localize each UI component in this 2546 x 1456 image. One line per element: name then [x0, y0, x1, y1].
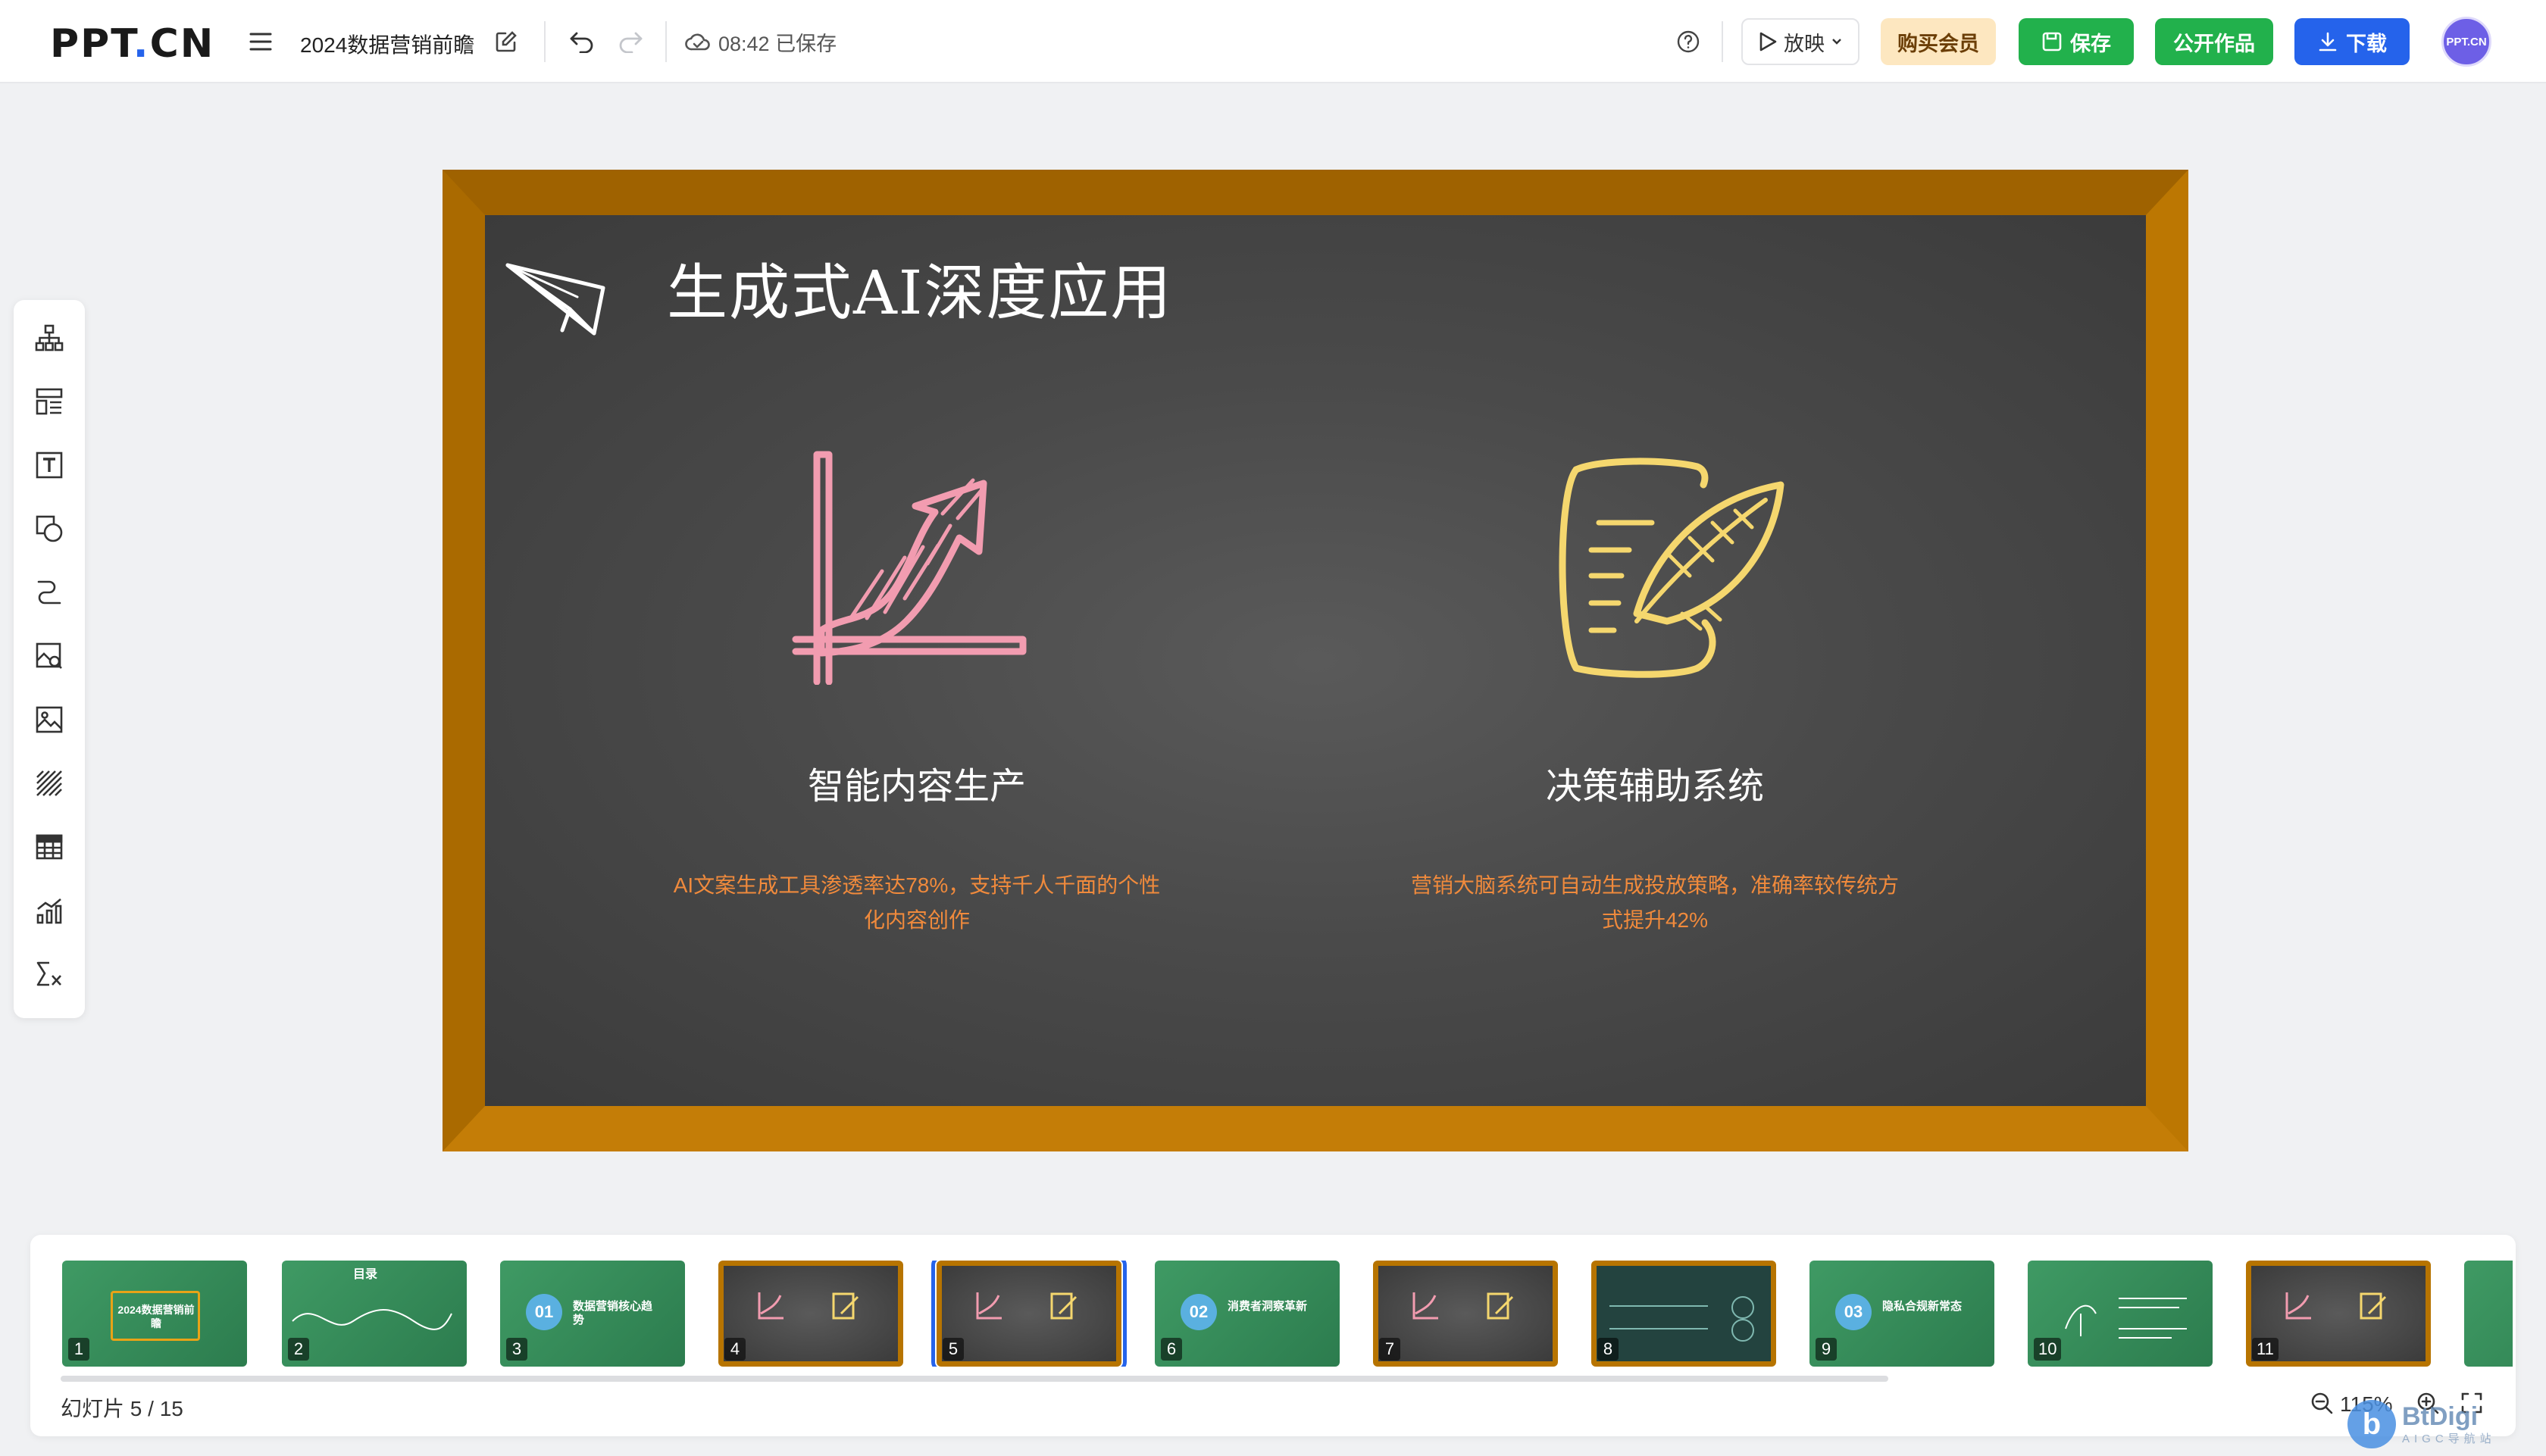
save-time: 08:42 已保存 — [718, 33, 837, 55]
menu-icon[interactable] — [244, 27, 277, 57]
cloud-saved-icon — [685, 33, 710, 50]
thumbnail-strip[interactable]: 2024数据营销前瞻 1 目录 2 01 数据营销核心趋势 3 4 5 02 消… — [62, 1261, 2513, 1367]
right-body-line2: 式提升42% — [1601, 908, 1709, 932]
text-box-icon[interactable] — [30, 445, 69, 485]
slide-thumbnail[interactable]: 03 隐私合规新常态 9 — [1809, 1261, 1994, 1367]
download-icon — [2319, 32, 2337, 52]
image-icon[interactable] — [30, 700, 69, 739]
thumb-path-graphic — [292, 1309, 452, 1330]
growth-arrow-icon — [792, 451, 1027, 685]
divider — [665, 21, 667, 62]
image-search-icon[interactable] — [30, 636, 69, 676]
left-heading: 智能内容生产 — [807, 767, 1026, 807]
thumb-number: 8 — [1597, 1338, 1619, 1361]
download-label: 下载 — [2346, 32, 2387, 55]
undo-icon[interactable] — [567, 27, 597, 57]
formula-icon[interactable] — [30, 955, 69, 994]
chalkboard — [485, 215, 2146, 1106]
thumb-title: 目录 — [353, 1268, 378, 1281]
app-logo[interactable]: PPT.CN — [50, 21, 214, 67]
play-icon — [1759, 32, 1777, 52]
divider — [544, 21, 546, 62]
thumb-number: 6 — [1161, 1338, 1182, 1361]
thumb-number: 1 — [68, 1338, 89, 1361]
slide-thumbnail[interactable]: 2024数据营销前瞻 1 — [62, 1261, 247, 1367]
avatar[interactable]: PPT.CN — [2441, 17, 2491, 67]
slide-thumbnail[interactable]: 11 — [2246, 1261, 2431, 1367]
left-body-line1: AI文案生成工具渗透率达78%，支持千人千面的个性 — [673, 873, 1161, 897]
publish-button[interactable]: 公开作品 — [2155, 18, 2273, 65]
thumb-number: 9 — [1816, 1338, 1837, 1361]
thumb-title: 消费者洞察革新 — [1228, 1300, 1308, 1313]
thumb-number: 2 — [288, 1338, 309, 1361]
save-icon — [2042, 32, 2062, 52]
slide-title[interactable]: 生成式AI深度应用 — [667, 244, 1172, 332]
save-status: 08:42 已保存 — [685, 27, 837, 57]
download-button[interactable]: 下载 — [2294, 18, 2410, 65]
thumb-number: 4 — [724, 1338, 746, 1361]
thumb-title: 数据营销核心趋势 — [573, 1300, 653, 1326]
shapes-icon[interactable] — [30, 509, 69, 548]
document-quill-icon — [1559, 458, 1784, 678]
help-icon[interactable] — [1673, 27, 1703, 57]
thumb-number: 7 — [1379, 1338, 1400, 1361]
slide-thumbnail[interactable]: 7 — [1373, 1261, 1558, 1367]
slide-thumbnail[interactable]: 01 数据营销核心趋势 3 — [500, 1261, 685, 1367]
slide-thumbnail[interactable]: 目录 2 — [282, 1261, 467, 1367]
play-label: 放映 — [1784, 32, 1825, 55]
slide-thumbnail[interactable]: 02 消费者洞察革新 6 — [1155, 1261, 1340, 1367]
thumb-number: 5 — [943, 1338, 964, 1361]
watermark-sub: AIGC导航站 — [2402, 1432, 2496, 1445]
left-body: AI文案生成工具渗透率达78%，支持千人千面的个性 化内容创作 — [659, 868, 1174, 938]
slide-thumbnail[interactable] — [2464, 1261, 2513, 1367]
right-heading: 决策辅助系统 — [1545, 767, 1764, 807]
watermark-logo: b — [2347, 1400, 2396, 1448]
watermark: b BtDigi AIGC导航站 — [2347, 1394, 2537, 1454]
save-label: 保存 — [2070, 32, 2111, 55]
redo-icon[interactable] — [615, 27, 646, 57]
left-body-line2: 化内容创作 — [863, 908, 970, 932]
thumb-number: 11 — [2252, 1338, 2279, 1361]
document-title[interactable]: 2024数据营销前瞻 — [300, 29, 474, 59]
buy-membership-button[interactable]: 购买会员 — [1881, 18, 1996, 65]
insert-toolbar — [14, 300, 85, 1018]
org-chart-icon[interactable] — [30, 318, 69, 358]
zoom-out-icon[interactable] — [2310, 1391, 2340, 1421]
slide-navigator: 2024数据营销前瞻 1 目录 2 01 数据营销核心趋势 3 4 5 02 消… — [30, 1235, 2516, 1436]
slide-thumbnail[interactable]: 10 — [2028, 1261, 2213, 1367]
chart-icon[interactable] — [30, 891, 69, 930]
thumb-number: 10 — [2034, 1338, 2062, 1361]
divider — [1722, 21, 1723, 62]
pattern-icon[interactable] — [30, 764, 69, 803]
thumb-number: 3 — [506, 1338, 527, 1361]
rename-icon[interactable] — [491, 27, 521, 57]
layout-icon[interactable] — [30, 382, 69, 421]
save-button[interactable]: 保存 — [2019, 18, 2134, 65]
table-icon[interactable] — [30, 827, 69, 867]
slide-thumbnail[interactable]: 8 — [1591, 1261, 1776, 1367]
play-button[interactable]: 放映 — [1741, 18, 1859, 65]
right-body-line1: 营销大脑系统可自动生成投放策略，准确率较传统方 — [1410, 873, 1899, 897]
thumb-title: 2024数据营销前瞻 — [117, 1304, 195, 1329]
top-bar: PPT.CN 2024数据营销前瞻 08:42 已保存 放映 购买会员 保存 公… — [0, 0, 2546, 83]
slide-counter: 幻灯片 5 / 15 — [61, 1397, 183, 1420]
thumb-title: 隐私合规新常态 — [1882, 1300, 1963, 1313]
right-body: 营销大脑系统可自动生成投放策略，准确率较传统方 式提升42% — [1397, 868, 1913, 938]
thumbnail-scrollbar[interactable] — [61, 1376, 1888, 1382]
slide-thumbnail-selected[interactable]: 5 — [931, 1261, 1127, 1367]
watermark-main: BtDigi — [2402, 1401, 2479, 1431]
line-icon[interactable] — [30, 573, 69, 612]
slide-thumbnail[interactable]: 4 — [718, 1261, 903, 1367]
chevron-down-icon — [1832, 39, 1841, 45]
paper-plane-icon — [505, 263, 605, 336]
